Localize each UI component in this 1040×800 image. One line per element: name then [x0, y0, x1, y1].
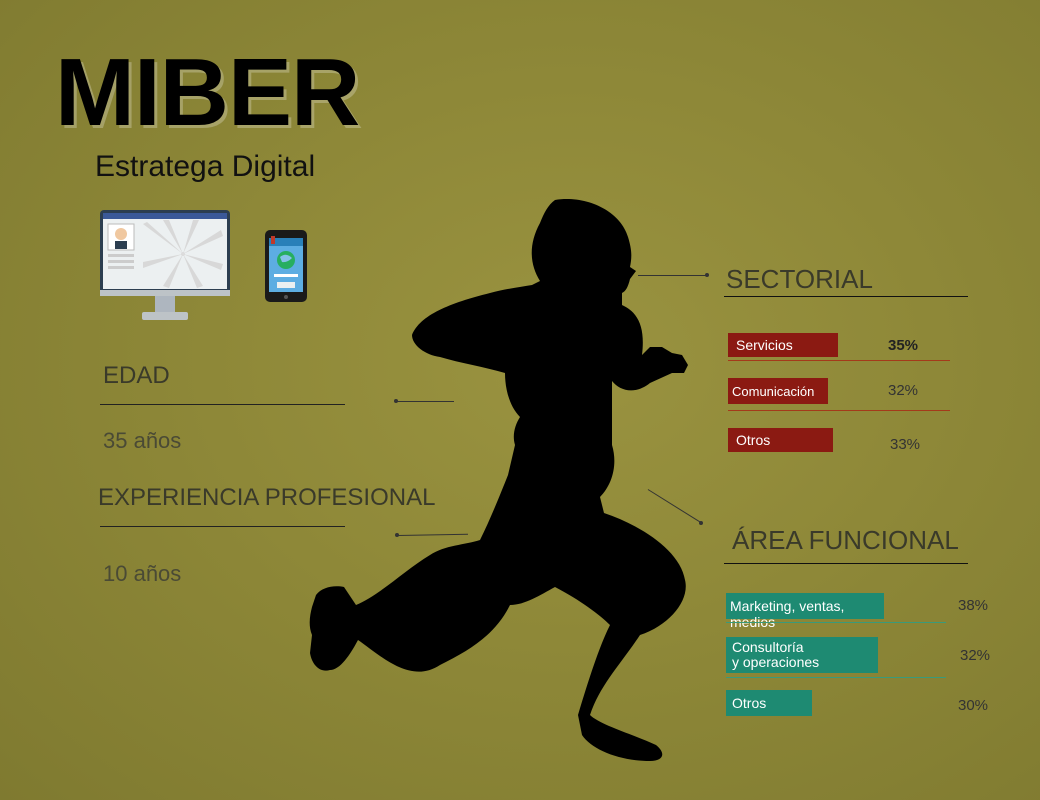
funcional-underline-consultoria — [726, 677, 946, 678]
desktop-monitor-icon — [100, 210, 230, 320]
sectorial-underline-comunicacion — [728, 410, 950, 411]
funcional-bar-otros: Otros — [726, 690, 812, 716]
sectorial-connector-dot — [705, 273, 709, 277]
age-value: 35 años — [103, 428, 182, 453]
sectorial-value-comunicacion: 32% — [888, 382, 919, 399]
funcional-underline-marketing — [726, 622, 946, 623]
sectorial-bar-comunicacion: Comunicación — [728, 378, 828, 404]
funcional-title: ÁREA FUNCIONAL — [732, 525, 959, 555]
sectorial-bar-servicios: Servicios — [728, 333, 838, 357]
funcional-value-otros: 30% — [958, 697, 989, 714]
sectorial-divider — [724, 296, 968, 297]
experience-value: 10 años — [103, 561, 182, 586]
funcional-bar-marketing: Marketing, ventas, medios — [726, 593, 884, 630]
page-subtitle: Estratega Digital — [95, 150, 316, 183]
funcional-bar-consultoria: Consultoría y operaciones — [726, 637, 878, 673]
funcional-value-marketing: 38% — [958, 597, 989, 614]
page-title: MIBER — [55, 39, 360, 146]
sectorial-bar-otros: Otros — [728, 428, 833, 452]
sectorial-value-otros: 33% — [890, 436, 921, 453]
funcional-connector-dot — [699, 521, 703, 525]
funcional-value-consultoria: 32% — [960, 647, 991, 664]
age-label: EDAD — [103, 362, 170, 389]
sectorial-title: SECTORIAL — [726, 264, 873, 294]
sectorial-underline-servicios — [728, 360, 950, 361]
runner-silhouette — [309, 199, 688, 761]
sectorial-connector — [638, 275, 708, 276]
funcional-divider — [724, 563, 968, 564]
sectorial-value-servicios: 35% — [888, 337, 919, 354]
